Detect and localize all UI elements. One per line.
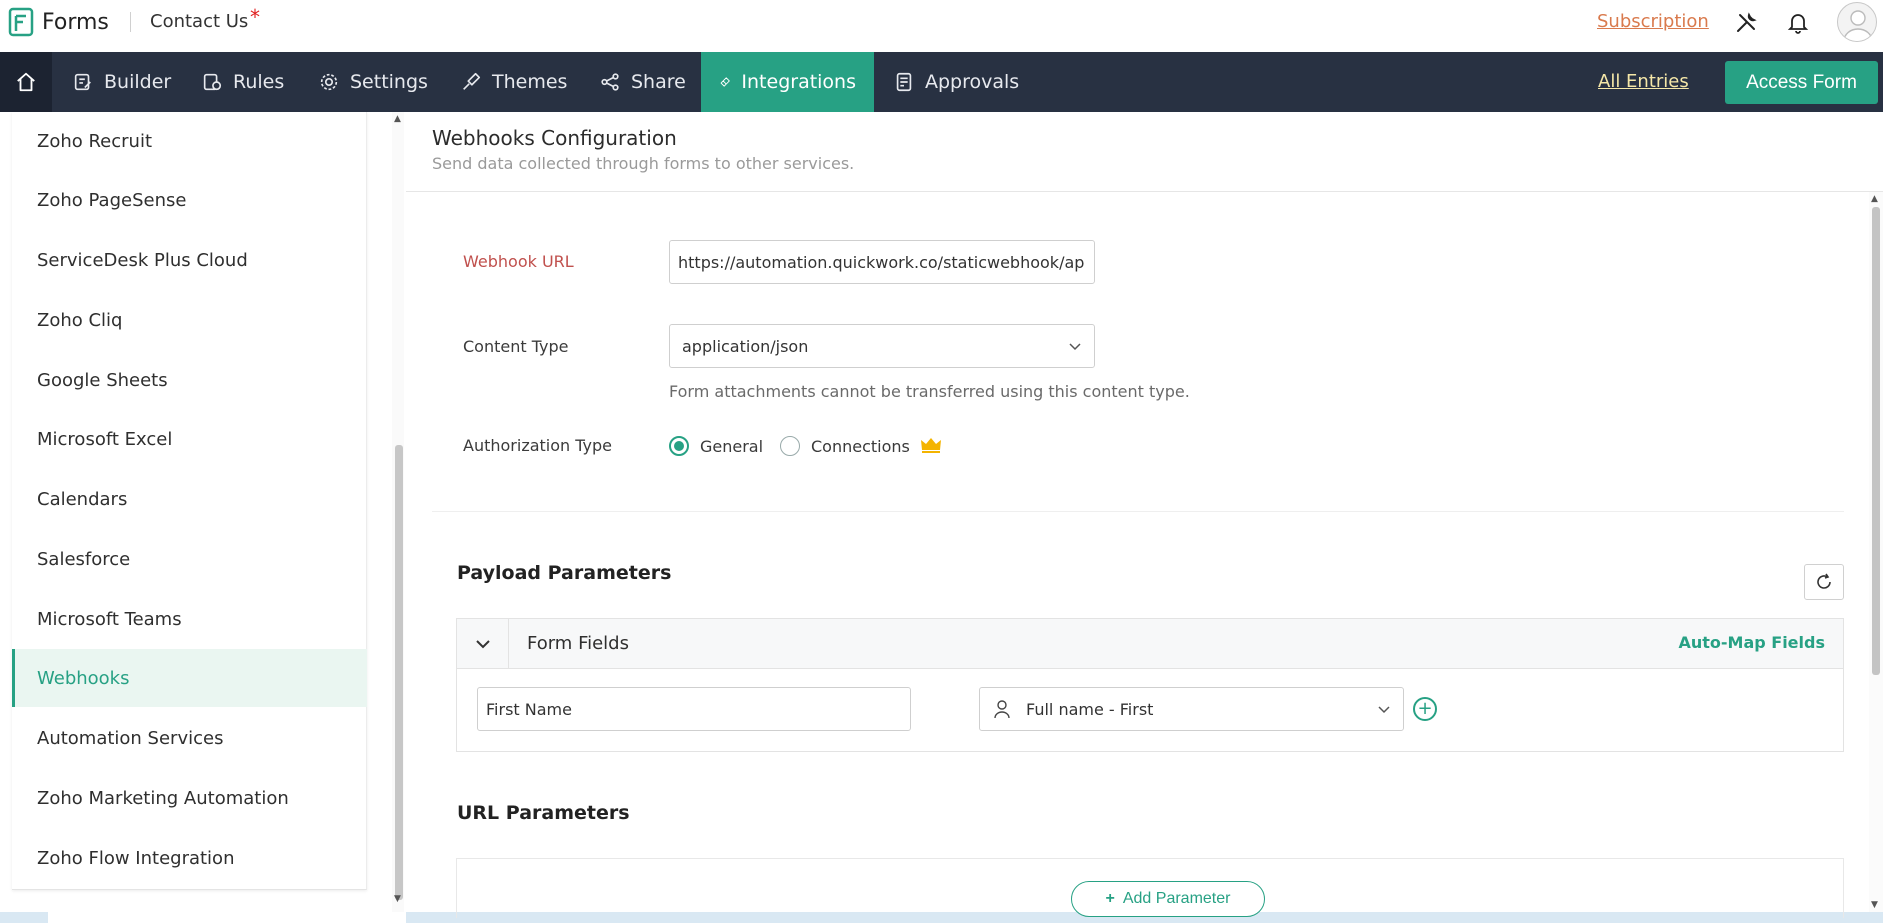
url-parameters-panel: + Add Parameter <box>456 858 1844 918</box>
add-parameter-label: Add Parameter <box>1122 890 1231 907</box>
all-entries-link[interactable]: All Entries <box>1598 71 1689 92</box>
bell-icon[interactable] <box>1786 11 1810 35</box>
bottom-strip-panel <box>48 912 406 923</box>
share-icon <box>601 73 619 91</box>
tools-icon[interactable] <box>1734 11 1758 35</box>
sidebar-item-servicedesk[interactable]: ServiceDesk Plus Cloud <box>12 231 367 289</box>
payload-field-select[interactable]: Full name - First <box>979 687 1404 731</box>
sidebar-item-microsoft-excel[interactable]: Microsoft Excel <box>12 410 367 468</box>
chevron-down-icon <box>1069 343 1081 351</box>
subscription-link[interactable]: Subscription <box>1597 11 1709 32</box>
home-button[interactable] <box>0 52 52 112</box>
collapse-toggle[interactable] <box>457 619 509 669</box>
avatar-icon <box>1843 10 1873 41</box>
integrations-icon <box>720 77 730 87</box>
auth-connections-radio[interactable] <box>780 436 800 456</box>
nav-approvals-label: Approvals <box>925 71 1020 93</box>
nav-themes-label: Themes <box>492 71 568 93</box>
nav-rules-label: Rules <box>233 71 285 93</box>
integrations-sidebar: Zoho Recruit Zoho PageSense ServiceDesk … <box>0 112 406 923</box>
add-row-icon[interactable]: + <box>1413 697 1437 721</box>
nav-settings-label: Settings <box>350 71 428 93</box>
gear-icon <box>320 73 338 91</box>
sidebar-item-google-sheets[interactable]: Google Sheets <box>12 351 367 409</box>
section-header: Webhooks Configuration Send data collect… <box>406 112 1883 192</box>
content-type-hint: Form attachments cannot be transferred u… <box>669 382 1190 401</box>
sidebar-item-zoho-pagesense[interactable]: Zoho PageSense <box>12 171 367 229</box>
form-fields-title: Form Fields <box>527 633 629 654</box>
sidebar-item-zoho-marketing-automation[interactable]: Zoho Marketing Automation <box>12 769 367 827</box>
nav-integrations-label: Integrations <box>741 71 856 93</box>
form-fields-panel: Form Fields Auto-Map Fields First Name F… <box>456 618 1844 752</box>
builder-icon <box>74 73 91 91</box>
refresh-button[interactable] <box>1804 564 1844 600</box>
chevron-down-icon <box>1378 706 1390 714</box>
authorization-type-label: Authorization Type <box>463 436 612 455</box>
sidebar-item-salesforce[interactable]: Salesforce <box>12 530 367 588</box>
sidebar-scroll-down-icon[interactable]: ▼ <box>394 894 401 904</box>
nav-share-label: Share <box>631 71 686 93</box>
form-name[interactable]: Contact Us <box>150 11 248 32</box>
top-header: Forms Contact Us * Subscription <box>0 0 1883 52</box>
approvals-icon <box>896 72 912 92</box>
brush-icon <box>463 72 481 90</box>
required-asterisk: * <box>250 5 260 29</box>
nav-settings[interactable]: Settings <box>300 52 446 112</box>
section-divider <box>432 511 1844 512</box>
nav-share[interactable]: Share <box>581 52 704 112</box>
nav-themes[interactable]: Themes <box>442 52 585 112</box>
auto-map-fields-link[interactable]: Auto-Map Fields <box>1678 633 1825 652</box>
app-logo[interactable]: Forms <box>8 7 109 37</box>
page-subtitle: Send data collected through forms to oth… <box>432 154 855 173</box>
refresh-icon <box>1817 573 1831 589</box>
main-navbar: Builder Rules Settings Themes Share Inte… <box>0 52 1883 112</box>
app-name: Forms <box>42 9 109 35</box>
sidebar-scroll-up-icon[interactable]: ▲ <box>394 114 401 124</box>
page-title: Webhooks Configuration <box>432 126 677 150</box>
sidebar-item-zoho-cliq[interactable]: Zoho Cliq <box>12 291 367 349</box>
nav-integrations[interactable]: Integrations <box>701 52 874 112</box>
sidebar-item-zoho-flow[interactable]: Zoho Flow Integration <box>12 829 367 887</box>
sidebar-scroll-thumb[interactable] <box>395 445 403 900</box>
webhook-url-label: Webhook URL <box>463 252 574 271</box>
add-parameter-button[interactable]: + Add Parameter <box>1071 881 1265 917</box>
nav-builder-label: Builder <box>104 71 172 93</box>
content-type-label: Content Type <box>463 337 569 356</box>
plus-icon: + <box>1105 890 1115 907</box>
crown-icon <box>921 438 941 453</box>
nav-rules[interactable]: Rules <box>183 52 302 112</box>
url-parameters-title: URL Parameters <box>457 802 630 824</box>
sidebar-item-webhooks[interactable]: Webhooks <box>12 649 367 707</box>
sidebar-item-automation-services[interactable]: Automation Services <box>12 709 367 767</box>
content-type-value: application/json <box>682 336 809 356</box>
nav-approvals[interactable]: Approvals <box>875 52 1037 112</box>
auth-general-label[interactable]: General <box>700 437 763 456</box>
main-scroll-thumb[interactable] <box>1872 207 1880 675</box>
payload-field-value: Full name - First <box>1026 699 1154 719</box>
rules-icon <box>203 73 222 91</box>
header-divider <box>130 12 131 32</box>
auth-connections-label[interactable]: Connections <box>811 437 910 456</box>
main-scroll-up-icon[interactable]: ▲ <box>1871 194 1878 204</box>
payload-key-input[interactable]: First Name <box>477 687 911 731</box>
forms-logo-icon <box>8 7 34 37</box>
webhooks-config-panel: Webhooks Configuration Send data collect… <box>406 112 1883 918</box>
home-icon <box>17 72 35 92</box>
integrations-list: Zoho Recruit Zoho PageSense ServiceDesk … <box>12 112 367 890</box>
nav-builder[interactable]: Builder <box>54 52 189 112</box>
person-icon <box>994 700 1010 719</box>
user-avatar[interactable] <box>1837 2 1877 42</box>
access-form-button[interactable]: Access Form <box>1725 61 1878 104</box>
sidebar-item-calendars[interactable]: Calendars <box>12 470 367 528</box>
auth-general-radio[interactable] <box>669 436 689 456</box>
main-scroll-down-icon[interactable]: ▼ <box>1871 900 1878 910</box>
webhook-url-input[interactable]: https://automation.quickwork.co/staticwe… <box>669 240 1095 284</box>
content-type-select[interactable]: application/json <box>669 324 1095 368</box>
payload-parameters-title: Payload Parameters <box>457 562 672 584</box>
form-fields-header: Form Fields Auto-Map Fields <box>457 619 1843 669</box>
sidebar-item-microsoft-teams[interactable]: Microsoft Teams <box>12 590 367 648</box>
sidebar-item-zoho-recruit[interactable]: Zoho Recruit <box>12 112 367 170</box>
chevron-down-icon <box>475 640 490 649</box>
